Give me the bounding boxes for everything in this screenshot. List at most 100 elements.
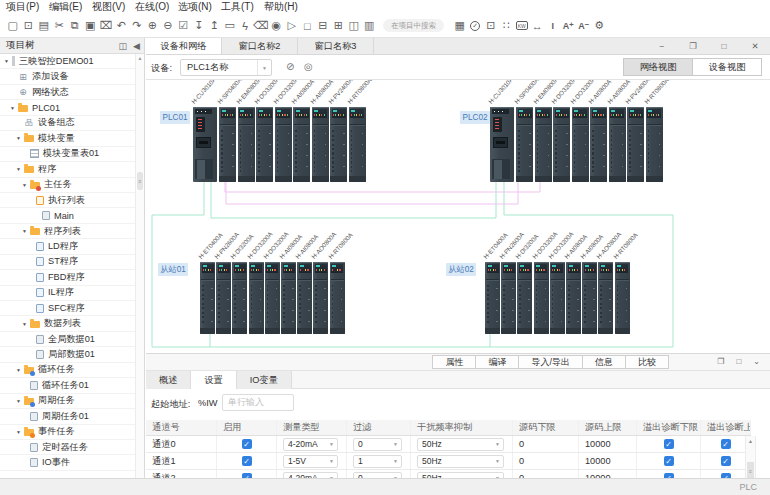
tree-item-PLC01[interactable]: ▼PLC01 <box>0 100 135 115</box>
check-circle-icon[interactable]: ✓ <box>468 18 484 34</box>
run-icon[interactable]: ▷ <box>284 18 300 34</box>
fullscreen-icon[interactable]: ∷ <box>499 18 515 34</box>
collapse-icon[interactable]: ◀ <box>133 41 140 51</box>
action-button-信息[interactable]: 信息 <box>582 355 626 369</box>
table-row-通道0[interactable]: 通道0✓4-20mA▼0▼50Hz▼010000✓✓ <box>146 436 751 453</box>
action-button-属性[interactable]: 属性 <box>432 355 476 369</box>
tree-item-三映智控DEMO01[interactable]: ▼三映智控DEMO01 <box>0 54 135 69</box>
tree-item-事件任务[interactable]: ▼事件任务 <box>0 425 135 440</box>
module-H-AI0800A[interactable] <box>582 262 597 334</box>
module-H-EM0800A[interactable] <box>535 107 552 182</box>
grid-view-icon[interactable]: ⊞ <box>331 18 347 34</box>
scroll-up-icon[interactable]: ▲ <box>746 436 755 446</box>
tree-item-添加设备[interactable]: ⊞添加设备 <box>0 69 135 84</box>
close-button[interactable]: ✕ <box>750 41 760 51</box>
target-icon[interactable]: ◎ <box>304 61 313 72</box>
tree-item-设备组态[interactable]: 品设备组态 <box>0 116 135 131</box>
new-file-icon[interactable]: ▢ <box>5 18 21 34</box>
module-H-DO3200A[interactable] <box>256 107 273 182</box>
panel-tab-IO变量[interactable]: IO变量 <box>237 371 292 389</box>
tree-item-循环任务01[interactable]: 循环任务01 <box>0 378 135 393</box>
tree-item-网络状态[interactable]: ⊕网络状态 <box>0 85 135 100</box>
module-H-PN2600A[interactable] <box>501 262 516 334</box>
minimize-button[interactable]: − <box>657 41 667 51</box>
menu-item-2[interactable]: 视图(V) <box>92 0 135 14</box>
edit-disabled-icon[interactable]: ⊘ <box>286 61 294 72</box>
tree-item-全局数据01[interactable]: 全局数据01 <box>0 332 135 347</box>
module-H-SP0400A[interactable] <box>219 107 236 182</box>
address-input[interactable]: 单行输入 <box>222 394 294 411</box>
panel-tab-设置[interactable]: 设置 <box>191 371 236 389</box>
pane-icon[interactable]: ⊟ <box>315 18 331 34</box>
filter-select[interactable]: 0▼ <box>353 438 402 451</box>
table-row-通道2[interactable]: 通道2✓4-20mA▼0▼50Hz▼010000✓✓ <box>146 470 751 478</box>
list-view-icon[interactable]: ▥ <box>362 18 378 34</box>
tree-item-Main[interactable]: Main <box>0 208 135 223</box>
tab-窗口名称2[interactable]: 窗口名称2 <box>222 38 298 54</box>
diag-low-checkbox[interactable]: ✓ <box>664 456 674 466</box>
module-H-CU3010A[interactable] <box>193 107 217 182</box>
tree-item-主任务[interactable]: ▼主任务 <box>0 178 135 193</box>
columns-view-icon[interactable]: ◫ <box>346 18 362 34</box>
maximize-button[interactable]: □ <box>719 41 729 51</box>
open-file-icon[interactable]: ⊡ <box>21 18 37 34</box>
tab-设备和网络[interactable]: 设备和网络 <box>146 38 222 54</box>
float-icon[interactable]: ❐ <box>717 357 724 366</box>
tree-item-ST程序[interactable]: ST程序 <box>0 255 135 270</box>
module-H-PV2400A[interactable] <box>330 107 347 182</box>
module-H-PN2600A[interactable] <box>216 262 231 334</box>
measure-type-select[interactable]: 1-5V▼ <box>283 455 338 468</box>
erase-icon[interactable]: ⌫ <box>253 18 269 34</box>
tree-item-程序[interactable]: ▼程序 <box>0 162 135 177</box>
module-H-ET0400A[interactable] <box>485 262 500 334</box>
font-increase-icon[interactable]: A⁺ <box>561 18 577 34</box>
tree-item-循环任务[interactable]: ▼循环任务 <box>0 363 135 378</box>
diag-high-checkbox[interactable]: ✓ <box>721 456 731 466</box>
menu-item-6[interactable]: 帮助(H) <box>264 0 307 14</box>
tree-item-LD程序[interactable]: LD程序 <box>0 239 135 254</box>
copy-icon[interactable]: ⧉ <box>67 18 83 34</box>
tab-窗口名称3[interactable]: 窗口名称3 <box>298 38 374 54</box>
module-H-RT0800A[interactable] <box>349 107 366 182</box>
tree-item-FBD程序[interactable]: FBD程序 <box>0 270 135 285</box>
module-H-DI3200A[interactable] <box>517 262 532 334</box>
enable-checkbox[interactable]: ✓ <box>242 456 252 466</box>
module-H-DO3200A[interactable] <box>265 262 280 334</box>
view-button-设备视图[interactable]: 设备视图 <box>692 58 762 76</box>
table-scrollbar[interactable]: ▲ ≡ <box>745 436 756 478</box>
tree-item-执行列表[interactable]: 执行列表 <box>0 193 135 208</box>
monitor-icon[interactable]: ▭ <box>222 18 238 34</box>
menu-item-1[interactable]: 编辑(E) <box>49 0 92 14</box>
rack-label-PLC02[interactable]: PLC02 <box>460 111 490 124</box>
online-icon[interactable]: ϟ <box>238 18 254 34</box>
scroll-up-icon[interactable]: ▲ <box>136 54 144 63</box>
tree-item-模块变量表01[interactable]: 模块变量表01 <box>0 147 135 162</box>
menu-item-5[interactable]: 工具(T) <box>221 0 264 14</box>
paste-icon[interactable]: ▣ <box>83 18 99 34</box>
zoom-out-icon[interactable]: ⊖ <box>160 18 176 34</box>
module-H-RT0800A[interactable] <box>615 262 630 334</box>
module-H-DO3200A[interactable] <box>249 262 264 334</box>
network-canvas[interactable]: PLC01H-CU3010AH-SP0400AH-EM0800AH-DO3200… <box>146 80 770 353</box>
delete-icon[interactable]: ⌧ <box>98 18 114 34</box>
module-H-AI0800A[interactable] <box>609 107 626 182</box>
find-icon[interactable]: ◉ <box>269 18 285 34</box>
module-H-EM0800A[interactable] <box>238 107 255 182</box>
module-H-AI0800A[interactable] <box>566 262 581 334</box>
menu-item-0[interactable]: 项目(P) <box>6 0 49 14</box>
redo-icon[interactable]: ↷ <box>129 18 145 34</box>
tree-item-IO事件[interactable]: IO事件 <box>0 455 135 470</box>
tree-item-周期任务[interactable]: ▼周期任务 <box>0 394 135 409</box>
upload-icon[interactable]: ↥ <box>207 18 223 34</box>
columns-icon[interactable]: ◫ <box>119 41 128 51</box>
tree-item-周期任务01[interactable]: 周期任务01 <box>0 409 135 424</box>
action-button-比较[interactable]: 比较 <box>625 355 669 369</box>
module-H-RT0800A[interactable] <box>330 262 345 334</box>
text-cursor-icon[interactable]: I <box>545 18 561 34</box>
module-H-DO3200A[interactable] <box>553 107 570 182</box>
view-button-网络视图[interactable]: 网络视图 <box>623 58 693 76</box>
measure-type-select[interactable]: 4-20mA▼ <box>283 438 338 451</box>
module-H-CU3010A[interactable] <box>490 107 514 182</box>
tree-item-数据列表[interactable]: ▼数据列表 <box>0 316 135 331</box>
diag-high-checkbox[interactable]: ✓ <box>721 439 731 449</box>
